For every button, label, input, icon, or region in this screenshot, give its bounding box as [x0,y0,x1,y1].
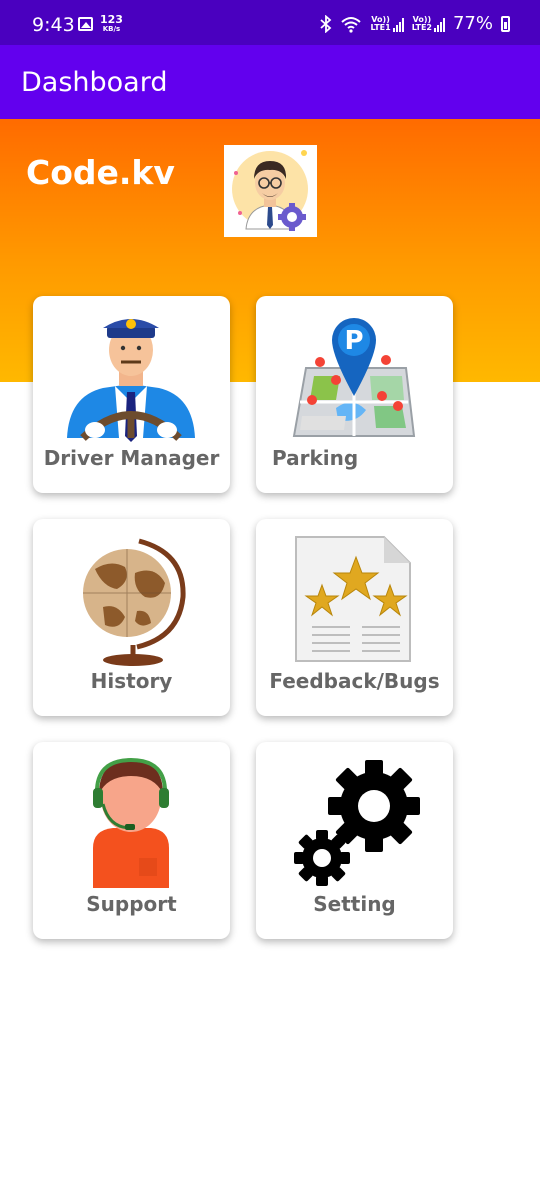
gallery-notification-icon [78,17,93,31]
driver-icon [67,319,195,442]
card-label: Feedback/Bugs [269,669,440,693]
card-label: Support [86,892,177,916]
battery-icon [501,15,510,32]
star-rating-document-icon [295,536,411,662]
history-card[interactable]: History [33,519,230,716]
wifi-icon [341,16,362,33]
status-bar: 9:43 123 KB/s Vo)) LTE1 Vo)) LTE2 77% [0,0,540,45]
setting-card[interactable]: Setting [256,742,453,939]
network-speed: 123 KB/s [100,14,123,33]
card-label: History [90,669,173,693]
feedback-bugs-card[interactable]: Feedback/Bugs [256,519,453,716]
card-label: Parking [272,446,359,470]
parking-card[interactable]: P Parking [256,296,453,493]
gears-icon [294,760,420,886]
sim1-lte-label: LTE1 [370,22,391,32]
bluetooth-icon [320,14,332,33]
app-bar: Dashboard [0,45,540,119]
page-title: Dashboard [21,67,168,98]
sim1-signal: Vo)) LTE1 [370,15,404,32]
card-label: Setting [313,892,396,916]
sim2-signal: Vo)) LTE2 [411,15,445,32]
card-label: Driver Manager [43,446,220,470]
parking-map-icon: P [292,318,416,437]
user-name: Code.kv [26,153,175,192]
developer-avatar-icon [232,150,308,231]
globe-icon [83,538,186,666]
avatar[interactable] [224,145,317,237]
driver-manager-card[interactable]: Driver Manager [33,296,230,493]
network-speed-unit: KB/s [102,25,121,33]
support-agent-icon [93,757,169,888]
signal-bars-icon [392,17,404,32]
signal-bars-icon [433,17,445,32]
status-right-group: Vo)) LTE1 Vo)) LTE2 77% [320,13,510,34]
sim2-lte-label: LTE2 [411,22,432,32]
status-time: 9:43 [32,14,75,36]
battery-percent: 77% [452,13,493,34]
svg-text:P: P [344,326,363,356]
support-card[interactable]: Support [33,742,230,939]
